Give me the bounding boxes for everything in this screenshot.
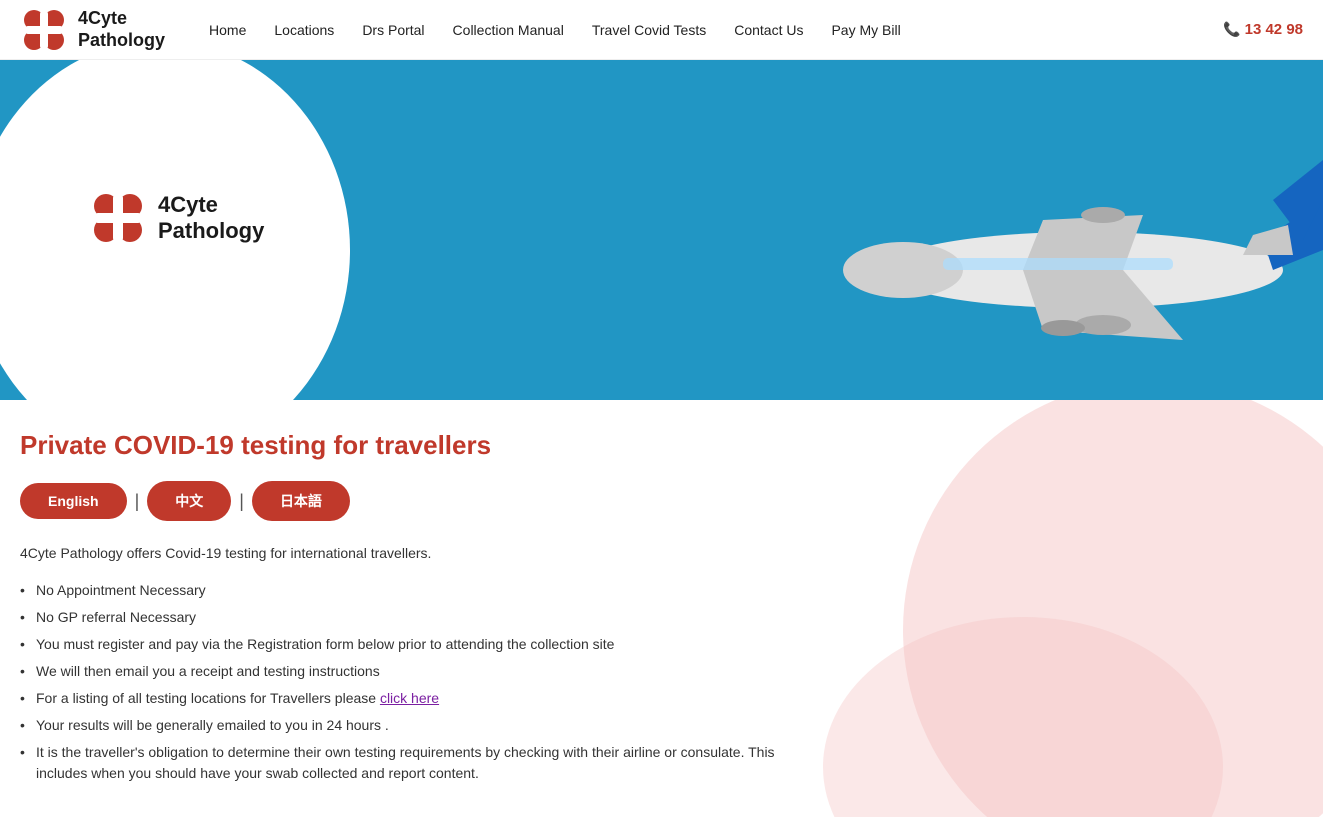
- hero-logo-line2: Pathology: [158, 218, 264, 244]
- logo-line1: 4Cyte: [78, 8, 165, 30]
- list-item: We will then email you a receipt and tes…: [20, 658, 780, 685]
- english-btn[interactable]: English: [20, 483, 127, 519]
- nav-pay-bill[interactable]: Pay My Bill: [817, 22, 914, 38]
- click-here-link[interactable]: click here: [380, 690, 439, 706]
- hero-banner: 4Cyte Pathology: [0, 60, 1323, 400]
- nav-collection-manual[interactable]: Collection Manual: [439, 22, 578, 38]
- nav-home[interactable]: Home: [195, 22, 260, 38]
- main-content: Private COVID-19 testing for travellers …: [0, 400, 1323, 817]
- list-item-obligation: It is the traveller's obligation to dete…: [20, 739, 780, 787]
- intro-text: 4Cyte Pathology offers Covid-19 testing …: [20, 545, 780, 561]
- logo-icon: [20, 6, 68, 54]
- list-item-click: For a listing of all testing locations f…: [20, 685, 780, 712]
- lang-divider-2: |: [239, 491, 244, 512]
- lang-divider-1: |: [135, 491, 140, 512]
- list-item: You must register and pay via the Regist…: [20, 631, 780, 658]
- list-item: No GP referral Necessary: [20, 604, 780, 631]
- hero-logo-line1: 4Cyte: [158, 192, 264, 218]
- lang-buttons: English | 中文 | 日本語: [20, 481, 780, 521]
- logo-line2: Pathology: [78, 30, 165, 52]
- hero-logo-icon: [90, 190, 146, 246]
- airplane-icon: [843, 140, 1323, 400]
- phone-number: 13 42 98: [1245, 21, 1303, 38]
- nav-contact-us[interactable]: Contact Us: [720, 22, 817, 38]
- japanese-btn[interactable]: 日本語: [252, 481, 350, 521]
- nav-phone[interactable]: 📞 13 42 98: [1223, 21, 1303, 38]
- navbar-logo-text: 4Cyte Pathology: [78, 8, 165, 51]
- hero-logo-text: 4Cyte Pathology: [158, 192, 264, 245]
- list-item: No Appointment Necessary: [20, 577, 780, 604]
- navbar: 4Cyte Pathology Home Locations Drs Porta…: [0, 0, 1323, 60]
- chinese-btn[interactable]: 中文: [147, 481, 231, 521]
- hero-logo: 4Cyte Pathology: [90, 190, 264, 246]
- nav-drs-portal[interactable]: Drs Portal: [348, 22, 438, 38]
- page-title: Private COVID-19 testing for travellers: [20, 430, 780, 461]
- content-inner: Private COVID-19 testing for travellers …: [20, 430, 780, 787]
- bullet-list: No Appointment Necessary No GP referral …: [20, 577, 780, 787]
- nav-travel-covid[interactable]: Travel Covid Tests: [578, 22, 720, 38]
- nav-locations[interactable]: Locations: [260, 22, 348, 38]
- phone-icon: 📞: [1223, 21, 1240, 38]
- list-item: Your results will be generally emailed t…: [20, 712, 780, 739]
- nav-links: Home Locations Drs Portal Collection Man…: [195, 22, 1223, 38]
- navbar-logo[interactable]: 4Cyte Pathology: [20, 6, 165, 54]
